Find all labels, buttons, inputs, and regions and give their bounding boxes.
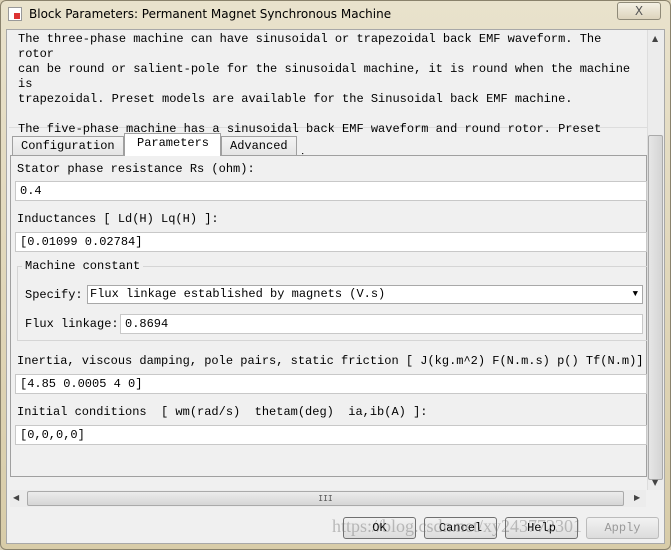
- horizontal-scroll-thumb[interactable]: III: [27, 491, 624, 506]
- apply-button[interactable]: Apply: [586, 517, 659, 539]
- flux-linkage-label: Flux linkage:: [25, 317, 119, 331]
- specify-select[interactable]: Flux linkage established by magnets (V.s…: [87, 285, 643, 304]
- machine-constant-legend: Machine constant: [22, 259, 144, 273]
- simulink-block-icon: [8, 7, 22, 21]
- scroll-up-icon[interactable]: ▲: [652, 34, 658, 43]
- stator-resistance-label: Stator phase resistance Rs (ohm):: [17, 162, 255, 176]
- description-text: The three-phase machine can have sinusoi…: [18, 32, 631, 166]
- inductances-input[interactable]: [0.01099 0.02784]: [15, 232, 647, 252]
- window-title: Block Parameters: Permanent Magnet Synch…: [29, 7, 392, 21]
- inertia-label: Inertia, viscous damping, pole pairs, st…: [17, 354, 644, 368]
- close-button[interactable]: X: [617, 2, 661, 20]
- scroll-right-icon[interactable]: ▶: [634, 493, 640, 502]
- stator-resistance-input[interactable]: 0.4: [15, 181, 647, 201]
- initial-conditions-input[interactable]: [0,0,0,0]: [15, 425, 647, 445]
- vertical-scroll-thumb[interactable]: [648, 135, 663, 480]
- flux-linkage-input[interactable]: 0.8694: [120, 314, 643, 334]
- inertia-input[interactable]: [4.85 0.0005 4 0]: [15, 374, 647, 394]
- tab-parameters[interactable]: Parameters: [124, 133, 221, 156]
- watermark: https://blog.csdn.net/xy243772301: [332, 516, 582, 536]
- inductances-label: Inductances [ Ld(H) Lq(H) ]:: [17, 212, 219, 226]
- scroll-down-icon[interactable]: ▼: [652, 478, 658, 487]
- specify-label: Specify:: [25, 288, 83, 302]
- initial-conditions-label: Initial conditions [ wm(rad/s) thetam(de…: [17, 405, 428, 419]
- dropdown-arrow-icon: ▼: [632, 289, 638, 299]
- tab-configuration[interactable]: Configuration: [12, 136, 124, 156]
- specify-value: Flux linkage established by magnets (V.s…: [90, 287, 386, 301]
- scroll-left-icon[interactable]: ◀: [13, 493, 19, 502]
- tab-advanced[interactable]: Advanced: [221, 136, 297, 156]
